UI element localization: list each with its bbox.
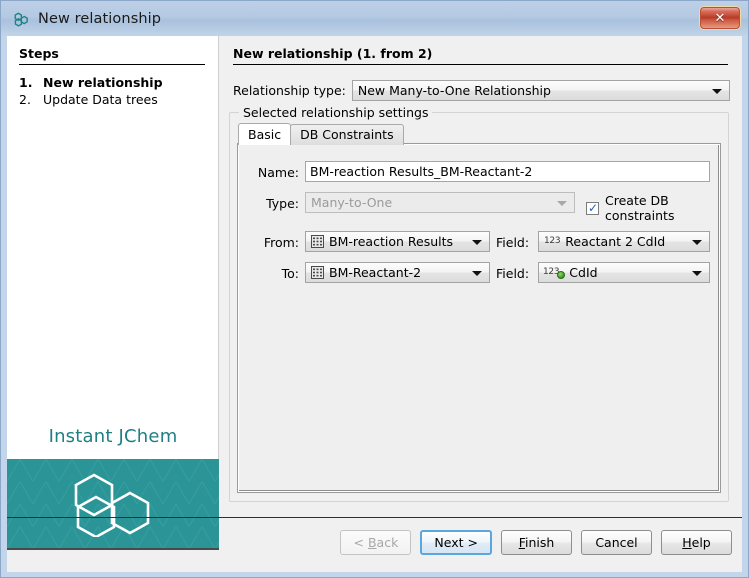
from-field-dropdown[interactable]: 123 Reactant 2 CdId [538, 231, 710, 252]
step-item-new-relationship: 1. New relationship [19, 74, 209, 91]
from-label: From: [247, 235, 299, 250]
main-content: New relationship (1. from 2) Relationshi… [219, 36, 742, 514]
page-title: New relationship (1. from 2) [233, 46, 728, 65]
number-123-pk-icon: 123 [543, 266, 559, 279]
relationship-type-dropdown[interactable]: New Many-to-One Relationship [352, 80, 730, 101]
close-button[interactable]: ✕ [700, 7, 740, 29]
back-button[interactable]: < Back [340, 530, 411, 555]
step-number: 2. [19, 91, 43, 108]
to-label: To: [247, 266, 299, 281]
checkbox-box: ✓ [586, 202, 599, 215]
next-button-label: Next > [434, 535, 478, 550]
table-grid-icon [311, 235, 324, 248]
next-button[interactable]: Next > [420, 530, 492, 555]
cancel-button[interactable]: Cancel [581, 530, 652, 555]
chevron-down-icon [472, 271, 482, 276]
settings-tabstrip: Basic DB Constraints [238, 123, 404, 145]
step-number: 1. [19, 74, 43, 91]
type-label: Type: [247, 196, 299, 211]
step-label: Update Data trees [43, 91, 158, 108]
to-table-dropdown[interactable]: BM-Reactant-2 [305, 262, 490, 283]
group-legend: Selected relationship settings [239, 105, 432, 120]
number-123-icon: 123 [544, 235, 560, 248]
back-button-label: < Back [354, 535, 399, 550]
help-button[interactable]: Help [661, 530, 732, 555]
cancel-button-label: Cancel [595, 535, 637, 550]
step-item-update-data-trees: 2. Update Data trees [19, 91, 209, 108]
from-field-value: Reactant 2 CdId [565, 234, 665, 249]
chevron-down-icon [692, 271, 702, 276]
selected-relationship-settings-group: Selected relationship settings Basic DB … [229, 112, 729, 502]
finish-button-label: Finish [519, 535, 555, 550]
window-title: New relationship [38, 11, 161, 27]
type-dropdown: Many-to-One [305, 192, 575, 213]
to-table-value: BM-Reactant-2 [329, 265, 421, 280]
footer-separator [7, 517, 742, 518]
new-relationship-dialog: New relationship ✕ Steps 1. New relation… [0, 0, 749, 578]
title-bar: New relationship ✕ [1, 1, 748, 36]
table-grid-icon [311, 266, 324, 279]
jchem-molecule-logo [72, 471, 154, 537]
molecule-hexagon-icon [12, 10, 30, 28]
step-label: New relationship [43, 74, 163, 91]
from-table-value: BM-reaction Results [329, 234, 453, 249]
chevron-down-icon [472, 240, 482, 245]
close-icon: ✕ [715, 12, 726, 25]
tab-basic[interactable]: Basic [238, 123, 291, 145]
steps-header: Steps [19, 46, 205, 65]
to-field-dropdown[interactable]: 123 CdId [538, 262, 710, 283]
create-db-constraints-checkbox[interactable]: ✓ Create DB constraints [586, 193, 719, 223]
check-icon: ✓ [588, 201, 598, 215]
finish-button[interactable]: Finish [501, 530, 572, 555]
name-label: Name: [247, 165, 299, 180]
help-button-label: Help [682, 535, 711, 550]
tab-db-constraints[interactable]: DB Constraints [290, 124, 404, 145]
relationship-type-row: Relationship type: New Many-to-One Relat… [233, 80, 730, 101]
to-field-value: CdId [569, 265, 597, 280]
chevron-down-icon [712, 89, 722, 94]
chevron-down-icon [557, 201, 567, 206]
basic-tab-panel: Name: BM-reaction Results_BM-Reactant-2 … [238, 144, 720, 492]
to-field-label: Field: [496, 266, 534, 281]
from-field-label: Field: [496, 235, 534, 250]
from-table-dropdown[interactable]: BM-reaction Results [305, 231, 490, 252]
type-value: Many-to-One [311, 195, 392, 210]
brand-name: Instant JChem [7, 426, 219, 447]
dialog-button-bar: < Back Next > Finish Cancel Help [7, 530, 742, 572]
relationship-type-value: New Many-to-One Relationship [358, 83, 551, 98]
chevron-down-icon [692, 240, 702, 245]
name-input[interactable]: BM-reaction Results_BM-Reactant-2 [305, 161, 710, 182]
dialog-client-area: Steps 1. New relationship 2. Update Data… [7, 36, 742, 572]
steps-panel: Steps 1. New relationship 2. Update Data… [7, 36, 219, 514]
steps-list: 1. New relationship 2. Update Data trees [19, 74, 209, 108]
relationship-type-label: Relationship type: [233, 83, 346, 98]
create-db-constraints-label: Create DB constraints [605, 193, 719, 223]
